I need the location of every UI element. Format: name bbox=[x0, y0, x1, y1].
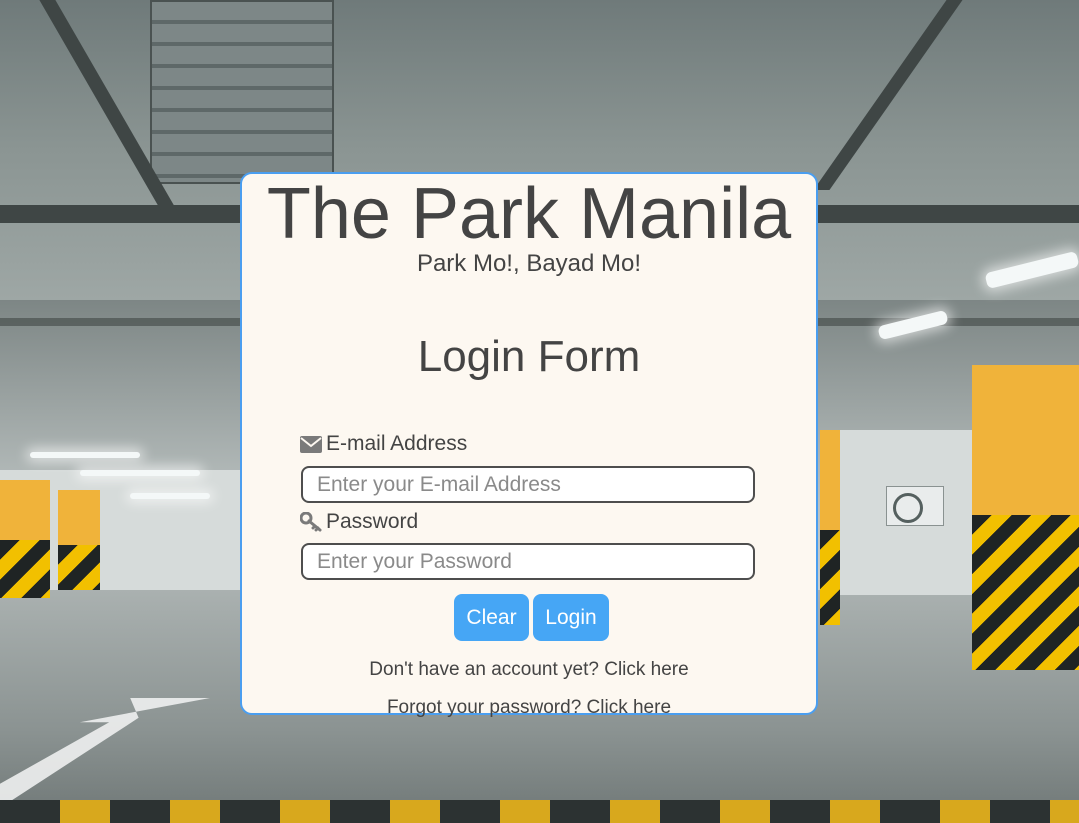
email-label-text: E-mail Address bbox=[326, 432, 468, 455]
pillar bbox=[972, 365, 1079, 515]
ceiling-light bbox=[80, 470, 200, 476]
pillar-stripes bbox=[0, 540, 50, 598]
password-label-text: Password bbox=[326, 510, 419, 533]
pillar bbox=[0, 480, 50, 540]
signup-link[interactable]: Click here bbox=[604, 659, 688, 680]
pillar-stripes bbox=[972, 515, 1079, 670]
pillar bbox=[58, 490, 100, 545]
ceiling-light bbox=[130, 493, 210, 499]
site-title: The Park Manila bbox=[266, 174, 792, 254]
signup-prompt-text: Don't have an account yet? bbox=[369, 659, 605, 680]
password-field[interactable] bbox=[301, 543, 755, 580]
email-label: E-mail Address bbox=[300, 432, 467, 456]
forgot-password-prompt: Forgot your password? Click here bbox=[242, 697, 816, 719]
login-button[interactable]: Login bbox=[533, 594, 609, 641]
site-tagline: Park Mo!, Bayad Mo! bbox=[416, 250, 642, 277]
pillar-stripes bbox=[820, 530, 840, 625]
login-card: The Park Manila Park Mo!, Bayad Mo! Logi… bbox=[240, 172, 818, 718]
clear-button[interactable]: Clear bbox=[454, 594, 529, 641]
signup-prompt: Don't have an account yet? Click here bbox=[242, 659, 816, 681]
key-icon bbox=[300, 512, 322, 532]
envelope-icon bbox=[300, 435, 322, 453]
floor-curb bbox=[0, 800, 1079, 823]
forgot-password-link[interactable]: Click here bbox=[587, 697, 671, 718]
forgot-prompt-text: Forgot your password? bbox=[386, 697, 587, 718]
email-field[interactable] bbox=[301, 466, 755, 503]
ceiling-light bbox=[30, 452, 140, 458]
ceiling-duct bbox=[150, 0, 334, 184]
pillar bbox=[820, 430, 840, 530]
login-form-title: Login Form bbox=[417, 332, 641, 381]
pillar-stripes bbox=[58, 545, 100, 590]
air-conditioner bbox=[886, 486, 944, 526]
password-label: Password bbox=[300, 510, 418, 534]
